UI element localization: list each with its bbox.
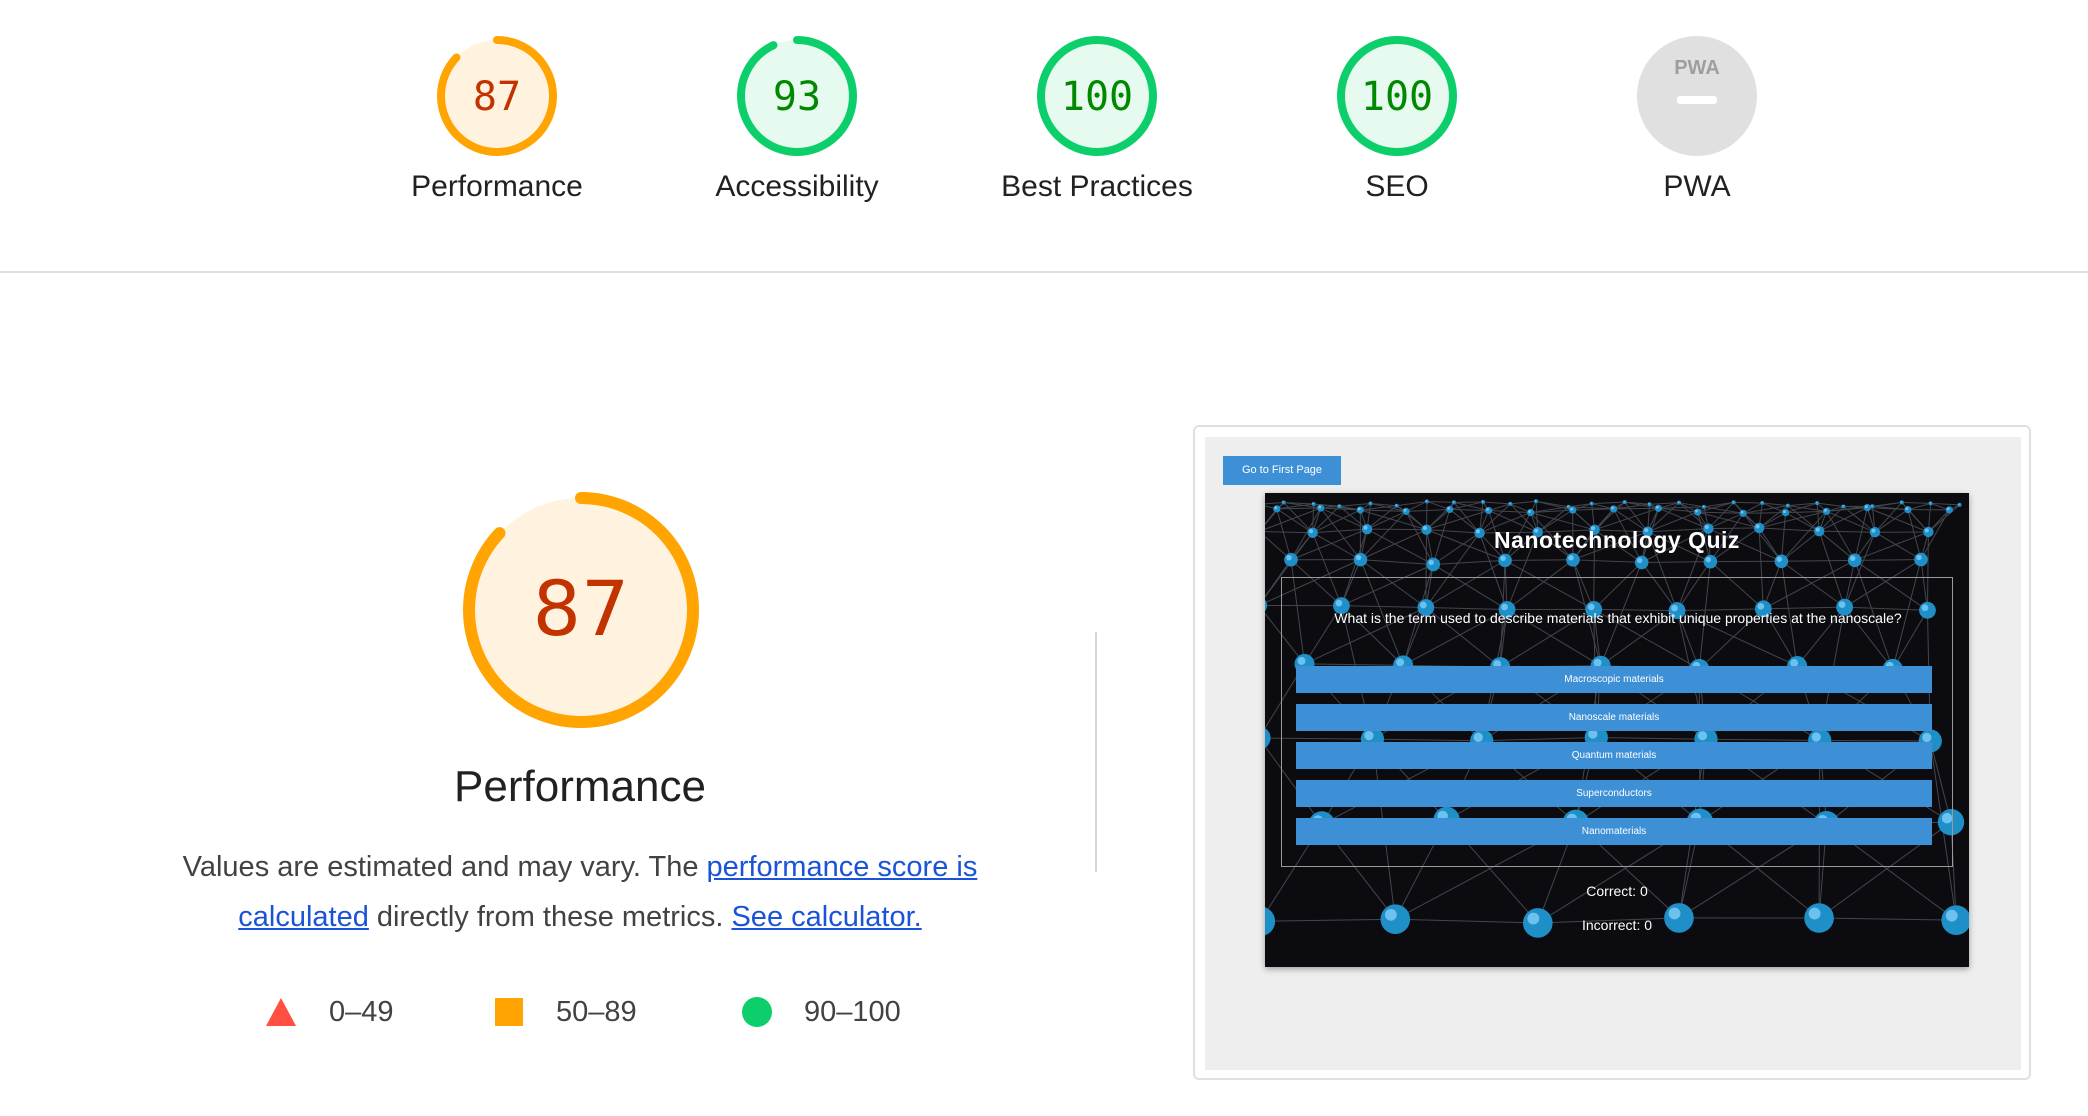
gauge-label-seo: SEO [1365,170,1429,203]
answer-button[interactable]: Nanomaterials [1296,818,1932,845]
quiz-title: Nanotechnology Quiz [1494,527,1740,553]
answer-button[interactable]: Quantum materials [1296,742,1932,769]
gauge-score-performance: 87 [473,74,521,120]
see-calculator-link[interactable]: See calculator. [731,901,921,933]
performance-main-gauge: 87 [463,492,699,728]
performance-main-score: 87 [533,564,630,653]
gauge-label-best-practices: Best Practices [1001,170,1193,203]
header-divider [0,271,2088,273]
screenshot-viewport: Go to First Page Nanotechnology Quiz Wha… [1205,437,2021,1070]
gauge-accessibility[interactable]: 93 Accessibility [647,0,947,204]
incorrect-count: Incorrect: 0 [1581,917,1653,933]
gauge-score-seo: 100 [1361,74,1433,120]
quiz-question: What is the term used to describe materi… [1334,610,1902,626]
section-separator [1095,632,1097,872]
gauge-score-best-practices: 100 [1061,74,1133,120]
gauge-best-practices[interactable]: 100 Best Practices [947,0,1247,204]
gauge-score-accessibility: 93 [773,74,821,120]
gauge-performance[interactable]: 87 Performance [347,0,647,204]
performance-title: Performance [454,762,706,811]
triangle-icon [266,998,296,1026]
legend-range-fail: 0–49 [329,995,394,1028]
legend-average: 50–89 [494,992,637,1032]
gauge-label-performance: Performance [411,170,583,203]
circle-icon [742,997,772,1027]
gauge-label-accessibility: Accessibility [715,170,879,203]
square-icon [495,998,523,1026]
legend-range-average: 50–89 [556,995,637,1028]
description-text-2: directly from these metrics. [368,901,732,933]
seo-gauge-ring: 100 [1337,36,1457,156]
legend-fail: 0–49 [265,992,394,1032]
correct-count: Correct: 0 [1586,883,1648,899]
answer-button[interactable]: Superconductors [1296,780,1932,807]
performance-description: Values are estimated and may vary. The p… [150,842,1010,942]
accessibility-gauge-ring: 93 [737,36,857,156]
description-text-1: Values are estimated and may vary. The [182,851,707,883]
gauge-seo[interactable]: 100 SEO [1247,0,1547,204]
pwa-badge-text: PWA [1674,57,1720,79]
answer-button[interactable]: Macroscopic materials [1296,666,1932,693]
performance-gauge-ring: 87 [437,36,557,156]
go-to-first-page-button[interactable]: Go to First Page [1223,456,1341,485]
pwa-dash-icon [1677,96,1717,104]
pwa-badge-icon: PWA [1637,36,1757,156]
question-panel: What is the term used to describe materi… [1281,577,1953,867]
gauge-pwa[interactable]: PWA PWA [1547,0,1847,204]
legend-pass: 90–100 [742,992,901,1032]
answer-button[interactable]: Nanoscale materials [1296,704,1932,731]
legend-range-pass: 90–100 [804,995,901,1028]
quiz-container: Nanotechnology Quiz What is the term use… [1265,493,1969,967]
gauge-label-pwa: PWA [1663,170,1731,203]
final-screenshot[interactable]: Go to First Page Nanotechnology Quiz Wha… [1193,425,2031,1080]
best-practices-gauge-ring: 100 [1037,36,1157,156]
